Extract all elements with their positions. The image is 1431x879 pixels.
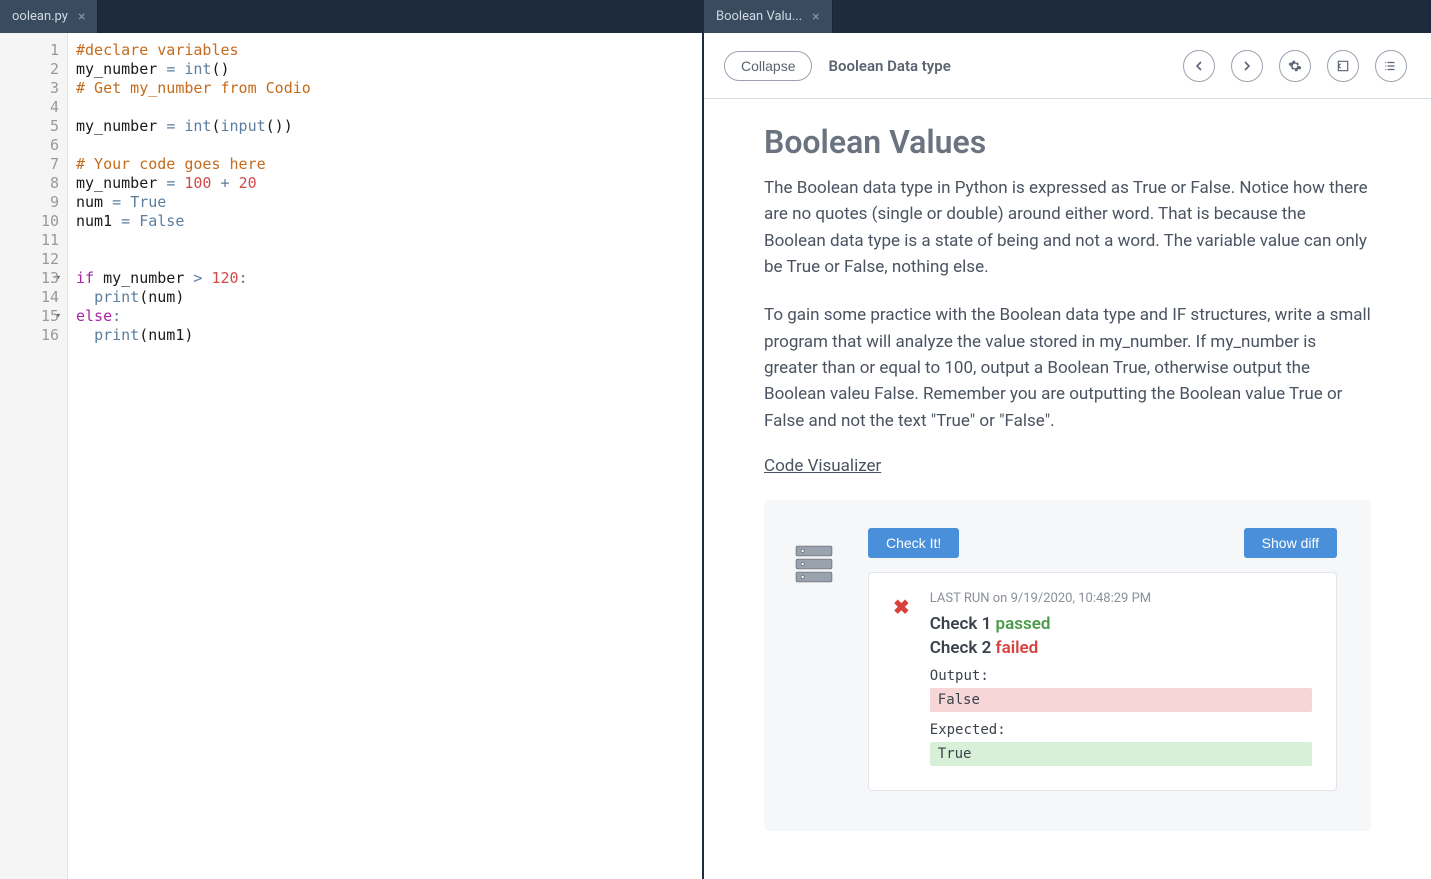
code-line[interactable]: #declare variables [76, 41, 702, 60]
guide-content: Boolean Values The Boolean data type in … [704, 99, 1431, 879]
show-diff-button[interactable]: Show diff [1244, 528, 1337, 558]
line-number: 5 [0, 117, 59, 136]
code-line[interactable]: print(num) [76, 288, 702, 307]
guide-pane: Boolean Valu... × Collapse Boolean Data … [704, 0, 1431, 879]
server-icon [788, 528, 844, 594]
editor-pane: oolean.py × 12345678910111213▾1415▾16 #d… [0, 0, 704, 879]
line-number: 6 [0, 136, 59, 155]
line-number: 13▾ [0, 269, 59, 288]
next-icon[interactable] [1231, 50, 1263, 82]
code-body[interactable]: #declare variablesmy_number = int()# Get… [68, 33, 702, 879]
code-line[interactable] [76, 231, 702, 250]
close-icon[interactable]: × [812, 9, 819, 25]
fail-icon: ✖ [893, 591, 910, 619]
line-number: 3 [0, 79, 59, 98]
code-line[interactable]: my_number = 100 + 20 [76, 174, 702, 193]
gear-icon[interactable] [1279, 50, 1311, 82]
code-visualizer-link[interactable]: Code Visualizer [764, 456, 881, 476]
editor-tab-boolean[interactable]: oolean.py × [0, 0, 98, 33]
line-number: 1 [0, 41, 59, 60]
expected-value: True [930, 742, 1312, 766]
prev-icon[interactable] [1183, 50, 1215, 82]
line-number: 9 [0, 193, 59, 212]
guide-toolbar: Collapse Boolean Data type [704, 33, 1431, 99]
line-number: 11 [0, 231, 59, 250]
line-number: 2 [0, 60, 59, 79]
code-line[interactable]: my_number = int() [76, 60, 702, 79]
tab-label: oolean.py [12, 9, 68, 24]
expand-icon[interactable] [1327, 50, 1359, 82]
line-number: 7 [0, 155, 59, 174]
collapse-button[interactable]: Collapse [724, 51, 812, 81]
output-value: False [930, 688, 1312, 712]
check-card: Check It! Show diff ✖ LAST RUN on 9/19/2… [764, 500, 1371, 831]
paragraph: To gain some practice with the Boolean d… [764, 302, 1371, 434]
line-number: 4 [0, 98, 59, 117]
code-line[interactable]: num1 = False [76, 212, 702, 231]
line-number: 12 [0, 250, 59, 269]
last-run-text: LAST RUN on 9/19/2020, 10:48:29 PM [930, 591, 1312, 606]
fold-icon[interactable]: ▾ [56, 307, 61, 326]
page-title: Boolean Values [764, 123, 1371, 161]
check-2-row: Check 2 failed [930, 638, 1312, 658]
check-1-row: Check 1 passed [930, 614, 1312, 634]
guide-tab-bar: Boolean Valu... × [704, 0, 1431, 33]
list-icon[interactable] [1375, 50, 1407, 82]
line-gutter: 12345678910111213▾1415▾16 [0, 33, 68, 879]
paragraph: The Boolean data type in Python is expre… [764, 175, 1371, 280]
line-number: 14 [0, 288, 59, 307]
guide-tab[interactable]: Boolean Valu... × [704, 0, 833, 33]
fold-icon[interactable]: ▾ [56, 269, 61, 288]
code-line[interactable]: # Your code goes here [76, 155, 702, 174]
tab-label: Boolean Valu... [716, 9, 802, 24]
output-label: Output: [930, 668, 1312, 684]
code-line[interactable]: print(num1) [76, 326, 702, 345]
code-line[interactable]: my_number = int(input()) [76, 117, 702, 136]
line-number: 8 [0, 174, 59, 193]
line-number: 10 [0, 212, 59, 231]
expected-label: Expected: [930, 722, 1312, 738]
code-line[interactable]: else: [76, 307, 702, 326]
close-icon[interactable]: × [78, 9, 85, 25]
line-number: 15▾ [0, 307, 59, 326]
code-line[interactable]: # Get my_number from Codio [76, 79, 702, 98]
code-line[interactable] [76, 136, 702, 155]
code-line[interactable]: num = True [76, 193, 702, 212]
code-editor[interactable]: 12345678910111213▾1415▾16 #declare varia… [0, 33, 702, 879]
guide-section-title: Boolean Data type [828, 57, 950, 75]
check-it-button[interactable]: Check It! [868, 528, 959, 558]
code-line[interactable]: if my_number > 120: [76, 269, 702, 288]
code-line[interactable] [76, 250, 702, 269]
editor-tab-bar: oolean.py × [0, 0, 702, 33]
line-number: 16 [0, 326, 59, 345]
code-line[interactable] [76, 98, 702, 117]
result-box: ✖ LAST RUN on 9/19/2020, 10:48:29 PM Che… [868, 572, 1337, 791]
